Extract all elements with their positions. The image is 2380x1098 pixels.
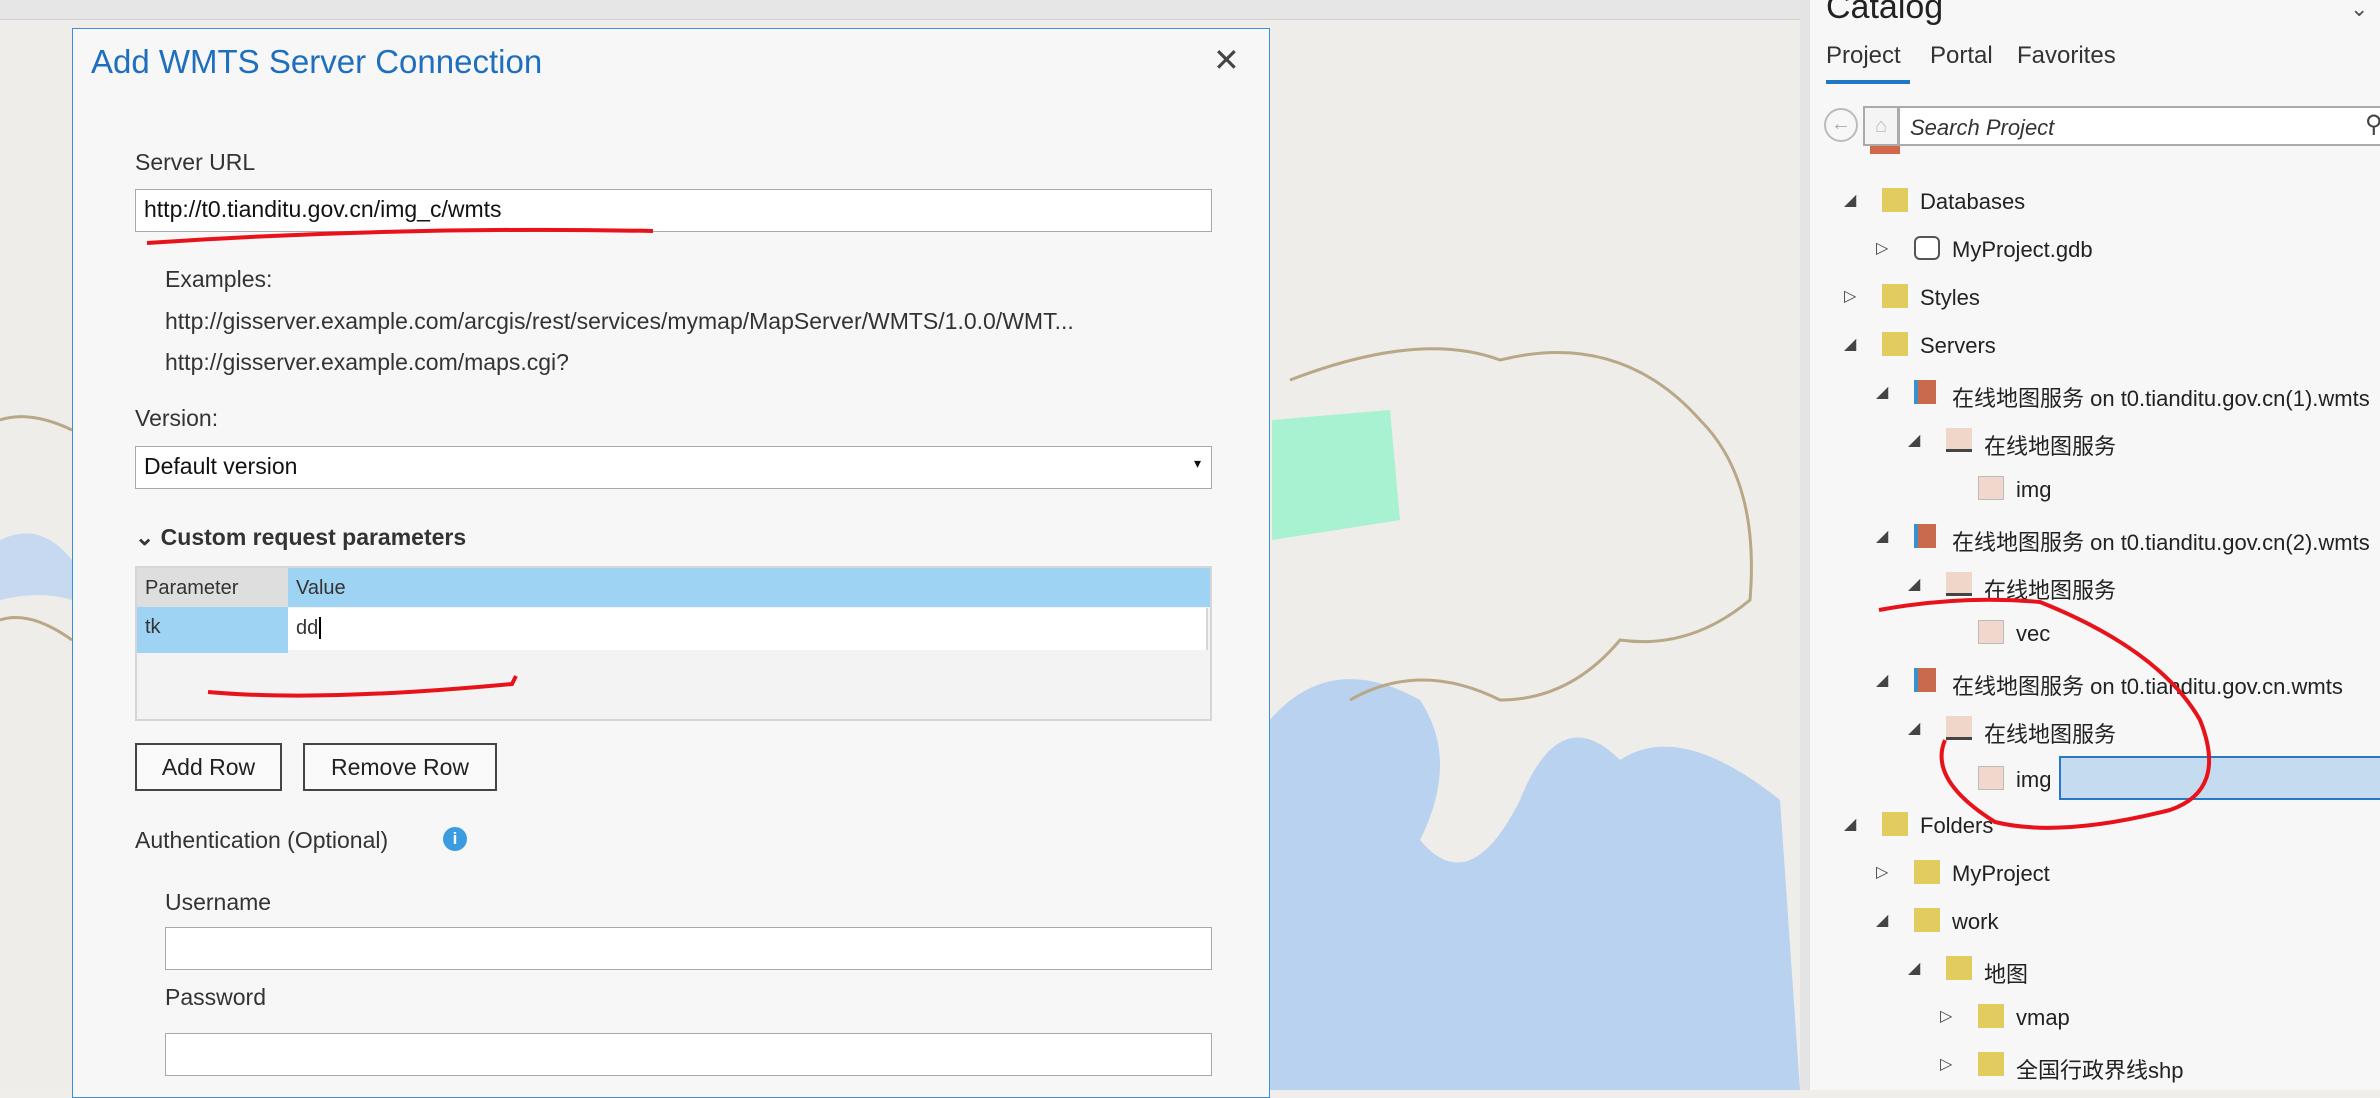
annotation-underline-param xyxy=(207,675,518,698)
annotation-circle-img xyxy=(1878,597,2212,830)
red-annotations xyxy=(146,227,2212,830)
annotation-underline-url xyxy=(146,227,654,245)
